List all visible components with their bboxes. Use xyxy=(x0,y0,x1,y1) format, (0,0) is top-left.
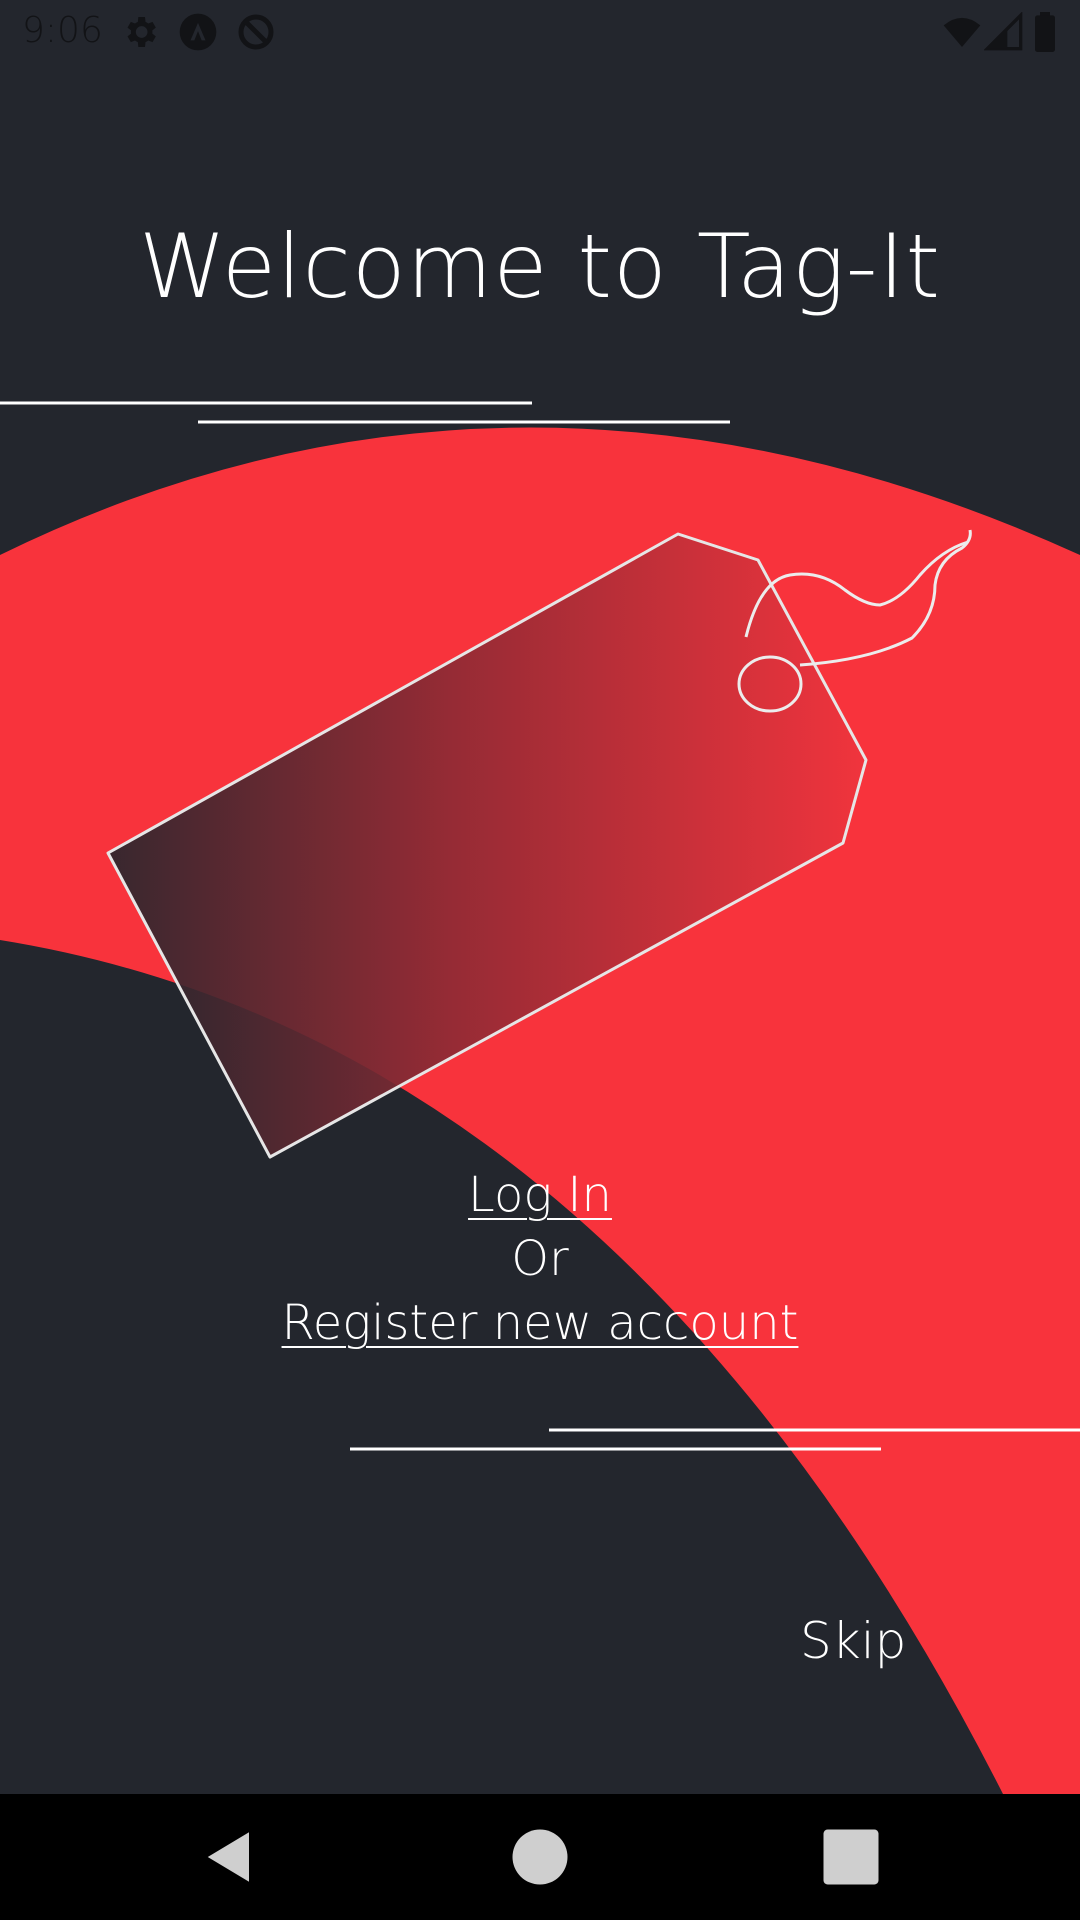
back-icon[interactable] xyxy=(194,1824,260,1890)
recents-icon[interactable] xyxy=(818,1824,884,1890)
wifi-icon xyxy=(943,17,981,47)
welcome-screen: 9:06 Welcome to Tag-It Log In Or Registe… xyxy=(0,0,1080,1920)
welcome-title: Welcome to Tag-It xyxy=(139,215,941,318)
or-label: Or xyxy=(511,1231,569,1287)
skip-button[interactable]: Skip xyxy=(800,1612,906,1670)
home-icon[interactable] xyxy=(507,1824,573,1890)
settings-icon xyxy=(127,17,156,47)
no-sync-icon xyxy=(238,14,274,50)
auth-options: Log In Or Register new account xyxy=(0,1163,1080,1355)
status-bar: 9:06 xyxy=(0,0,1080,63)
nav-a-icon xyxy=(179,13,217,51)
login-link[interactable]: Log In xyxy=(0,1163,1080,1227)
register-link[interactable]: Register new account xyxy=(0,1291,1080,1355)
status-time: 9:06 xyxy=(22,10,103,51)
signal-icon xyxy=(984,12,1023,51)
battery-icon xyxy=(1035,12,1055,52)
navigation-bar xyxy=(0,1794,1080,1920)
